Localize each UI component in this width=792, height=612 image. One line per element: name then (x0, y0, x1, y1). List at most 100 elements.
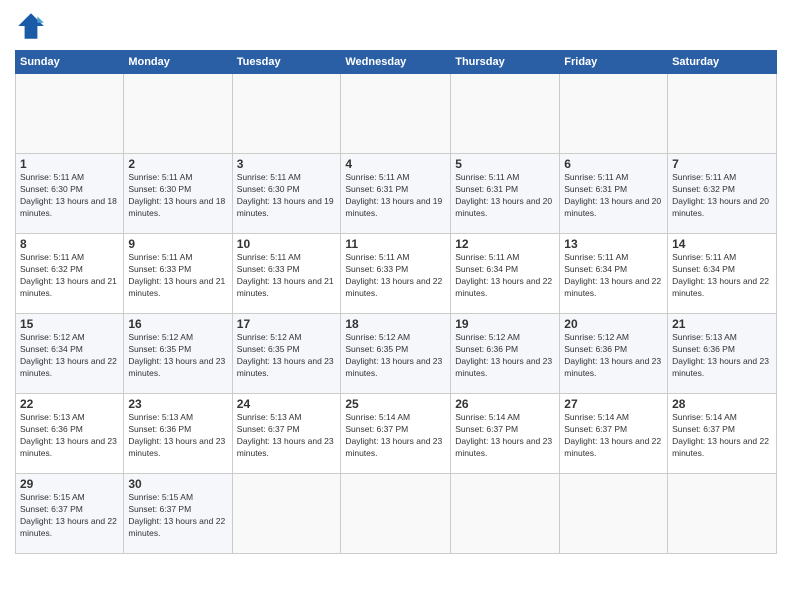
day-info: Sunrise: 5:11 AMSunset: 6:31 PMDaylight:… (455, 172, 555, 220)
calendar-cell: 13Sunrise: 5:11 AMSunset: 6:34 PMDayligh… (560, 234, 668, 314)
day-number: 13 (564, 237, 663, 251)
calendar-cell (232, 474, 341, 554)
day-number: 21 (672, 317, 772, 331)
calendar-cell: 22Sunrise: 5:13 AMSunset: 6:36 PMDayligh… (16, 394, 124, 474)
day-number: 16 (128, 317, 227, 331)
calendar-cell (124, 74, 232, 154)
calendar-cell: 9Sunrise: 5:11 AMSunset: 6:33 PMDaylight… (124, 234, 232, 314)
calendar-cell: 1Sunrise: 5:11 AMSunset: 6:30 PMDaylight… (16, 154, 124, 234)
day-number: 20 (564, 317, 663, 331)
calendar-cell: 27Sunrise: 5:14 AMSunset: 6:37 PMDayligh… (560, 394, 668, 474)
day-info: Sunrise: 5:14 AMSunset: 6:37 PMDaylight:… (345, 412, 446, 460)
day-number: 23 (128, 397, 227, 411)
calendar-cell: 7Sunrise: 5:11 AMSunset: 6:32 PMDaylight… (668, 154, 777, 234)
day-info: Sunrise: 5:13 AMSunset: 6:36 PMDaylight:… (672, 332, 772, 380)
calendar-cell: 30Sunrise: 5:15 AMSunset: 6:37 PMDayligh… (124, 474, 232, 554)
day-info: Sunrise: 5:11 AMSunset: 6:30 PMDaylight:… (128, 172, 227, 220)
day-info: Sunrise: 5:11 AMSunset: 6:30 PMDaylight:… (237, 172, 337, 220)
dow-header-cell: Saturday (668, 51, 777, 74)
calendar-cell: 16Sunrise: 5:12 AMSunset: 6:35 PMDayligh… (124, 314, 232, 394)
calendar-cell: 18Sunrise: 5:12 AMSunset: 6:35 PMDayligh… (341, 314, 451, 394)
dow-header-cell: Wednesday (341, 51, 451, 74)
calendar-cell (668, 474, 777, 554)
day-number: 25 (345, 397, 446, 411)
day-info: Sunrise: 5:12 AMSunset: 6:35 PMDaylight:… (128, 332, 227, 380)
day-info: Sunrise: 5:11 AMSunset: 6:33 PMDaylight:… (345, 252, 446, 300)
calendar-cell: 21Sunrise: 5:13 AMSunset: 6:36 PMDayligh… (668, 314, 777, 394)
day-info: Sunrise: 5:12 AMSunset: 6:36 PMDaylight:… (564, 332, 663, 380)
calendar-cell (560, 474, 668, 554)
day-info: Sunrise: 5:12 AMSunset: 6:35 PMDaylight:… (237, 332, 337, 380)
calendar-cell: 17Sunrise: 5:12 AMSunset: 6:35 PMDayligh… (232, 314, 341, 394)
dow-header-cell: Monday (124, 51, 232, 74)
day-info: Sunrise: 5:11 AMSunset: 6:34 PMDaylight:… (455, 252, 555, 300)
calendar-cell: 14Sunrise: 5:11 AMSunset: 6:34 PMDayligh… (668, 234, 777, 314)
day-info: Sunrise: 5:11 AMSunset: 6:34 PMDaylight:… (564, 252, 663, 300)
day-number: 30 (128, 477, 227, 491)
calendar-cell (341, 474, 451, 554)
day-info: Sunrise: 5:11 AMSunset: 6:33 PMDaylight:… (128, 252, 227, 300)
calendar-cell: 20Sunrise: 5:12 AMSunset: 6:36 PMDayligh… (560, 314, 668, 394)
calendar-cell: 11Sunrise: 5:11 AMSunset: 6:33 PMDayligh… (341, 234, 451, 314)
calendar-cell: 10Sunrise: 5:11 AMSunset: 6:33 PMDayligh… (232, 234, 341, 314)
day-info: Sunrise: 5:14 AMSunset: 6:37 PMDaylight:… (672, 412, 772, 460)
day-number: 14 (672, 237, 772, 251)
day-number: 29 (20, 477, 119, 491)
calendar-cell: 23Sunrise: 5:13 AMSunset: 6:36 PMDayligh… (124, 394, 232, 474)
day-info: Sunrise: 5:11 AMSunset: 6:30 PMDaylight:… (20, 172, 119, 220)
day-number: 24 (237, 397, 337, 411)
calendar-cell (232, 74, 341, 154)
day-info: Sunrise: 5:13 AMSunset: 6:36 PMDaylight:… (128, 412, 227, 460)
header (15, 10, 777, 42)
dow-header-cell: Friday (560, 51, 668, 74)
day-number: 27 (564, 397, 663, 411)
calendar-cell: 28Sunrise: 5:14 AMSunset: 6:37 PMDayligh… (668, 394, 777, 474)
day-info: Sunrise: 5:11 AMSunset: 6:32 PMDaylight:… (20, 252, 119, 300)
day-info: Sunrise: 5:14 AMSunset: 6:37 PMDaylight:… (455, 412, 555, 460)
logo (15, 10, 51, 42)
day-info: Sunrise: 5:13 AMSunset: 6:36 PMDaylight:… (20, 412, 119, 460)
calendar-cell (451, 74, 560, 154)
day-number: 10 (237, 237, 337, 251)
day-number: 7 (672, 157, 772, 171)
day-number: 28 (672, 397, 772, 411)
calendar-cell (16, 74, 124, 154)
calendar-cell: 24Sunrise: 5:13 AMSunset: 6:37 PMDayligh… (232, 394, 341, 474)
day-info: Sunrise: 5:15 AMSunset: 6:37 PMDaylight:… (20, 492, 119, 540)
day-number: 17 (237, 317, 337, 331)
day-info: Sunrise: 5:14 AMSunset: 6:37 PMDaylight:… (564, 412, 663, 460)
day-info: Sunrise: 5:11 AMSunset: 6:32 PMDaylight:… (672, 172, 772, 220)
day-info: Sunrise: 5:11 AMSunset: 6:31 PMDaylight:… (345, 172, 446, 220)
calendar-cell: 12Sunrise: 5:11 AMSunset: 6:34 PMDayligh… (451, 234, 560, 314)
logo-icon (15, 10, 47, 42)
day-number: 2 (128, 157, 227, 171)
day-info: Sunrise: 5:12 AMSunset: 6:36 PMDaylight:… (455, 332, 555, 380)
calendar-table: SundayMondayTuesdayWednesdayThursdayFrid… (15, 50, 777, 554)
calendar-cell: 25Sunrise: 5:14 AMSunset: 6:37 PMDayligh… (341, 394, 451, 474)
calendar-cell (451, 474, 560, 554)
dow-header-cell: Sunday (16, 51, 124, 74)
day-info: Sunrise: 5:12 AMSunset: 6:35 PMDaylight:… (345, 332, 446, 380)
calendar-cell (341, 74, 451, 154)
calendar-cell (560, 74, 668, 154)
calendar-cell: 4Sunrise: 5:11 AMSunset: 6:31 PMDaylight… (341, 154, 451, 234)
page: SundayMondayTuesdayWednesdayThursdayFrid… (0, 0, 792, 612)
calendar-cell: 3Sunrise: 5:11 AMSunset: 6:30 PMDaylight… (232, 154, 341, 234)
day-number: 3 (237, 157, 337, 171)
day-info: Sunrise: 5:15 AMSunset: 6:37 PMDaylight:… (128, 492, 227, 540)
day-number: 8 (20, 237, 119, 251)
day-number: 9 (128, 237, 227, 251)
day-info: Sunrise: 5:12 AMSunset: 6:34 PMDaylight:… (20, 332, 119, 380)
day-info: Sunrise: 5:11 AMSunset: 6:34 PMDaylight:… (672, 252, 772, 300)
day-info: Sunrise: 5:13 AMSunset: 6:37 PMDaylight:… (237, 412, 337, 460)
day-info: Sunrise: 5:11 AMSunset: 6:33 PMDaylight:… (237, 252, 337, 300)
day-number: 26 (455, 397, 555, 411)
day-number: 11 (345, 237, 446, 251)
calendar-cell: 8Sunrise: 5:11 AMSunset: 6:32 PMDaylight… (16, 234, 124, 314)
day-number: 1 (20, 157, 119, 171)
calendar-cell: 29Sunrise: 5:15 AMSunset: 6:37 PMDayligh… (16, 474, 124, 554)
calendar-cell: 2Sunrise: 5:11 AMSunset: 6:30 PMDaylight… (124, 154, 232, 234)
calendar-cell: 6Sunrise: 5:11 AMSunset: 6:31 PMDaylight… (560, 154, 668, 234)
calendar-cell: 26Sunrise: 5:14 AMSunset: 6:37 PMDayligh… (451, 394, 560, 474)
calendar-cell: 19Sunrise: 5:12 AMSunset: 6:36 PMDayligh… (451, 314, 560, 394)
